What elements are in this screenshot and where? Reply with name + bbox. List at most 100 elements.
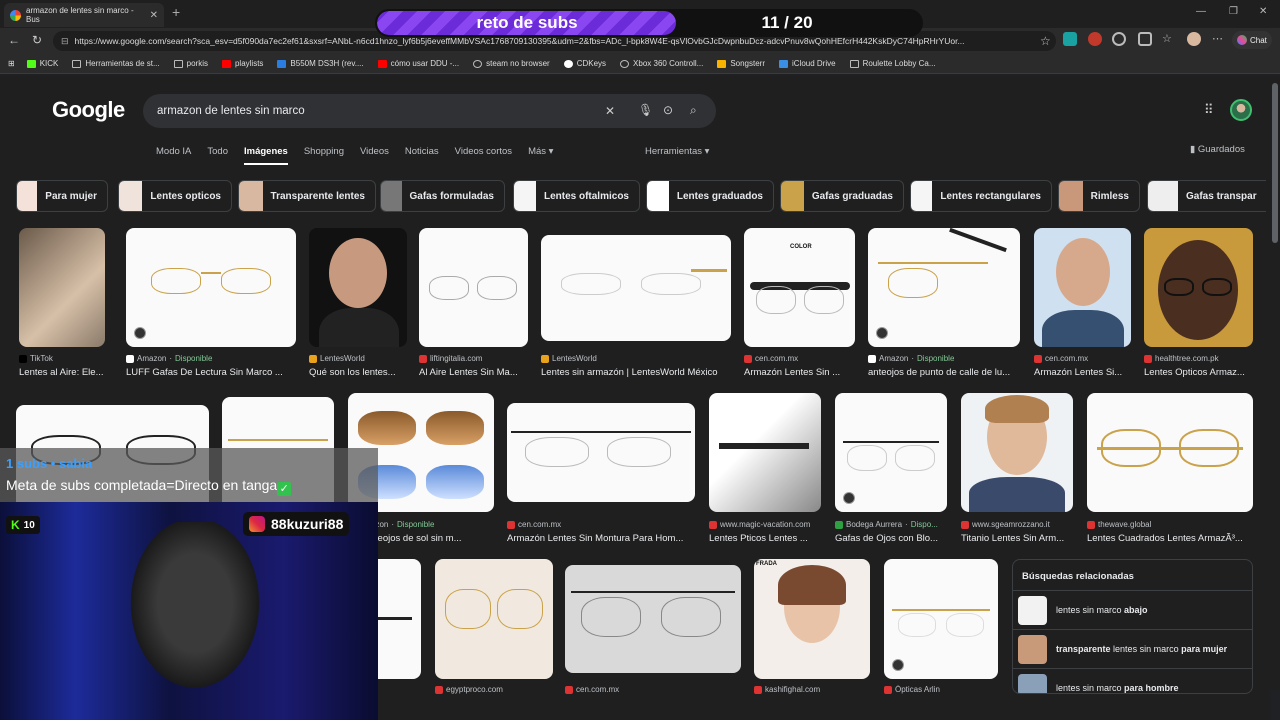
result-caption[interactable]: Al Aire Lentes Sin Ma... [419,367,529,378]
tab-shopping[interactable]: Shopping [304,146,344,165]
tab-videos-cortos[interactable]: Videos cortos [455,146,512,165]
image-result[interactable]: LentesWorld Lentes sin armazón | LentesW… [541,228,733,378]
clear-search-icon[interactable]: ✕ [605,104,615,118]
result-image[interactable] [19,228,105,347]
result-image[interactable] [961,393,1073,512]
result-caption[interactable]: Armazón Lentes Si... [1034,367,1131,378]
bookmark[interactable]: porkis [173,59,208,68]
result-caption[interactable]: Lentes sin armazón | LentesWorld México [541,367,731,378]
bookmark[interactable]: Xbox 360 Controll... [620,59,703,68]
tab-noticias[interactable]: Noticias [405,146,439,165]
result-caption[interactable]: LUFF Gafas De Lectura Sin Marco ... [126,367,296,378]
result-image[interactable] [868,228,1020,347]
result-image[interactable] [507,403,695,502]
chip-para-mujer[interactable]: Para mujer [16,180,108,212]
menu-dots-icon[interactable]: ⋯ [1212,32,1226,46]
result-caption[interactable]: Lentes Opticos Armaz... [1144,367,1252,378]
result-image[interactable] [835,393,947,512]
chip-rimless[interactable]: Rimless [1058,180,1140,212]
chat-button[interactable]: Chat [1232,31,1272,49]
close-window-icon[interactable]: ✕ [1259,6,1267,17]
related-search-item[interactable]: transparente lentes sin marco para mujer [1013,629,1252,668]
result-caption[interactable]: anteojos de punto de calle de lu... [868,367,1018,378]
result-caption[interactable]: Armazón Lentes Sin ... [744,367,854,378]
favorites-icon[interactable]: ☆ [1162,32,1176,46]
bookmark[interactable]: steam no browser [473,59,550,68]
result-caption[interactable]: Qué son los lentes... [309,367,407,378]
chip-gafas-formuladas[interactable]: Gafas formuladas [380,180,505,212]
voice-search-icon[interactable]: 🎙 [638,103,653,117]
site-info-icon[interactable]: ⊟ [61,36,69,47]
extension-icon[interactable] [1063,32,1077,46]
image-result[interactable]: cen.com.mx [565,559,743,694]
close-tab-icon[interactable]: ✕ [150,10,158,21]
bookmark[interactable]: iCloud Drive [779,59,836,68]
result-image[interactable] [126,228,296,347]
tab-todo[interactable]: Todo [207,146,228,165]
profile-avatar[interactable] [1187,32,1201,46]
image-result[interactable]: www.magic-vacation.com Lentes Pticos Len… [709,393,824,544]
tab-videos[interactable]: Videos [360,146,389,165]
chip-lentes-oftalmicos[interactable]: Lentes oftalmicos [513,180,640,212]
scrollbar-thumb[interactable] [1272,83,1278,243]
lens-search-icon[interactable]: ⊙ [663,103,673,117]
bookmark[interactable]: cómo usar DDU -... [377,59,459,68]
result-image[interactable] [541,235,731,341]
image-result[interactable]: Amazon · Disponible anteojos de punto de… [868,228,1023,378]
image-result[interactable]: FRADA kashifighal.com [754,559,872,694]
tab-mas[interactable]: Más ▾ [528,146,553,165]
result-caption[interactable]: Titanio Lentes Sin Arm... [961,533,1073,544]
result-image[interactable] [1034,228,1131,347]
result-image[interactable] [565,565,741,673]
result-image[interactable]: FRADA [754,559,870,679]
extension-icon[interactable] [1112,32,1126,46]
image-result[interactable]: TikTok Lentes al Aire: Ele... [19,228,109,378]
bookmark[interactable]: CDKeys [563,59,606,68]
bookmark[interactable]: playlists [221,59,263,68]
result-caption[interactable]: Gafas de Ojos con Blo... [835,533,947,544]
google-logo[interactable]: Google [52,97,125,123]
image-result[interactable]: liftingitalia.com Al Aire Lentes Sin Ma.… [419,228,531,378]
chip-transparente-lentes[interactable]: Transparente lentes [238,180,376,212]
bookmark[interactable]: B550M DS3H (rev.... [277,59,364,68]
chip-gafas-graduadas[interactable]: Gafas graduadas [780,180,904,212]
chip-lentes-graduados[interactable]: Lentes graduados [646,180,774,212]
search-box[interactable]: armazon de lentes sin marco [143,94,716,128]
image-result[interactable]: cen.com.mx Armazón Lentes Sin Montura Pa… [507,393,697,544]
tab-imagenes[interactable]: Imágenes [244,146,288,165]
minimize-icon[interactable]: — [1196,6,1206,17]
tab-modo-ia[interactable]: Modo IA [156,146,191,165]
bookmark-star-icon[interactable]: ☆ [1040,34,1051,48]
image-result[interactable]: egyptproco.com [435,559,555,694]
back-icon[interactable]: ← [8,33,20,47]
image-result[interactable]: cen.com.mx Armazón Lentes Si... [1034,228,1134,378]
reload-icon[interactable]: ↻ [32,33,42,47]
result-image[interactable] [419,228,528,347]
bookmark[interactable]: Herramientas de st... [72,59,160,68]
saved-link[interactable]: ▮ Guardados [1190,144,1245,155]
result-caption[interactable]: Lentes al Aire: Ele... [19,367,107,378]
google-apps-icon[interactable]: ⠿ [1204,102,1214,118]
result-image[interactable] [378,559,421,679]
search-icon[interactable]: ⌕ [690,103,697,118]
result-image[interactable]: COLOR [744,228,855,347]
related-search-item[interactable]: lentes sin marco abajo [1013,590,1252,629]
image-result[interactable]: healthtree.com.pk Lentes Opticos Armaz..… [1144,228,1254,378]
bookmark[interactable]: Roulette Lobby Ca... [849,59,936,68]
image-result[interactable] [378,559,423,684]
extension-icon[interactable] [1088,32,1102,46]
chip-lentes-opticos[interactable]: Lentes opticos [118,180,232,212]
result-caption[interactable]: Lentes Cuadrados Lentes ArmazÃ³... [1087,533,1253,544]
image-result[interactable]: COLOR cen.com.mx Armazón Lentes Sin ... [744,228,856,378]
image-result[interactable]: thewave.global Lentes Cuadrados Lentes A… [1087,393,1255,544]
chip-gafas-transparentes[interactable]: Gafas transpar [1147,180,1266,212]
bookmark[interactable]: KICK [26,59,58,68]
image-result[interactable]: Amazon · Disponible LUFF Gafas De Lectur… [126,228,298,378]
apps-icon[interactable]: ⊞ [8,59,15,68]
page-scrollbar[interactable] [1270,75,1280,690]
result-image[interactable] [1144,228,1253,347]
result-image[interactable] [1087,393,1253,512]
new-tab-icon[interactable]: + [172,4,180,20]
bookmark[interactable]: Songsterr [717,59,765,68]
tools-menu[interactable]: Herramientas ▾ [645,146,709,157]
